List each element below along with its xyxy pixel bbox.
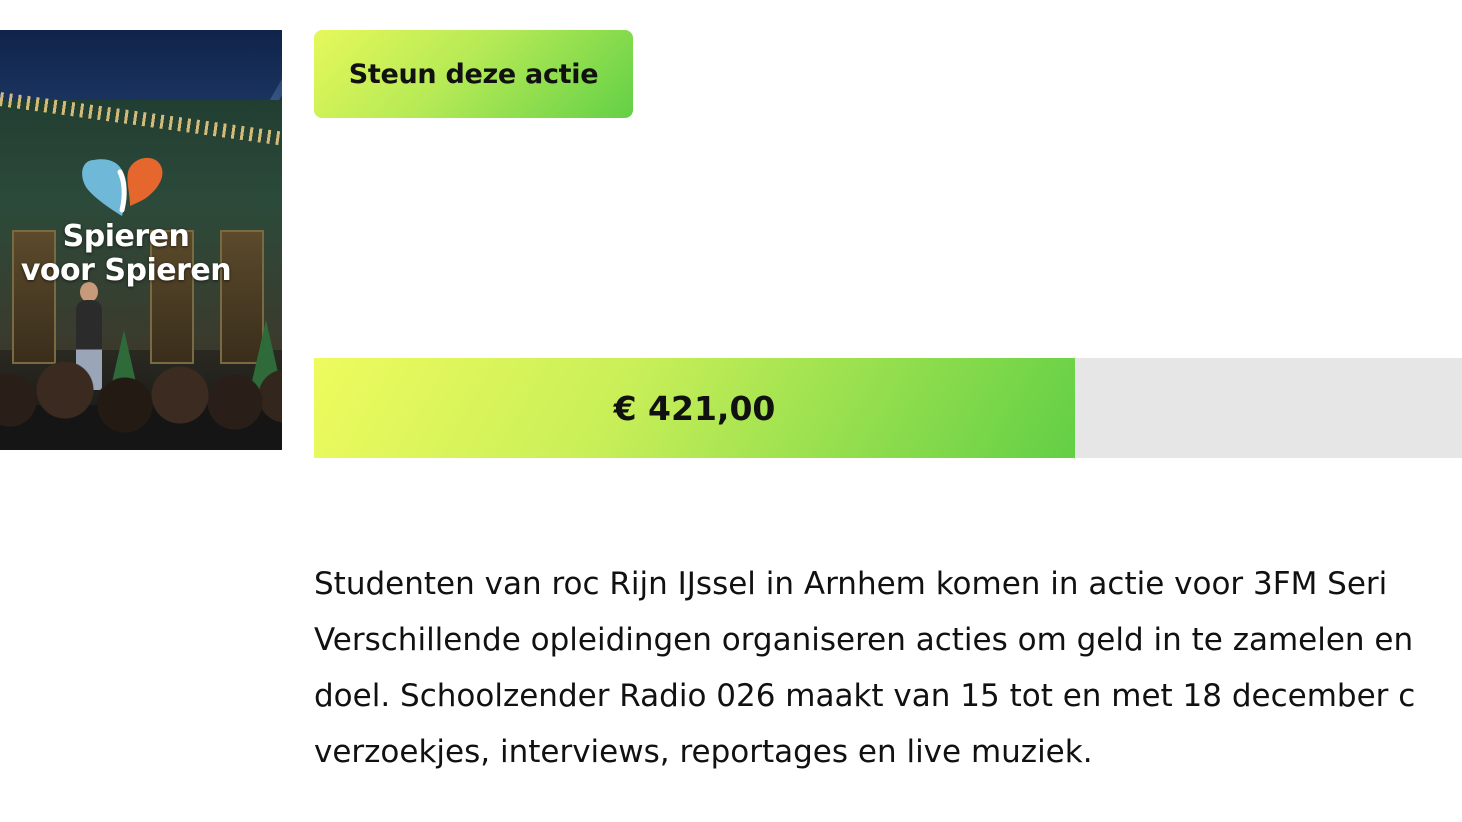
audience-crowd	[0, 360, 282, 450]
campaign-description: Studenten van roc Rijn IJssel in Arnhem …	[314, 556, 1462, 780]
campaign-page: Spieren voor Spieren Steun deze actie € …	[0, 0, 1462, 822]
description-line: Verschillende opleidingen organiseren ac…	[314, 622, 1414, 658]
logo-text-line2: voor Spieren	[20, 253, 232, 288]
donation-progress-bar: € 421,00	[314, 358, 1462, 458]
campaign-logo: Spieren voor Spieren	[0, 150, 252, 288]
support-campaign-button[interactable]: Steun deze actie	[314, 30, 633, 118]
donation-progress-fill: € 421,00	[314, 358, 1075, 458]
raised-amount: € 421,00	[613, 388, 776, 428]
heart-logo-icon	[82, 157, 163, 216]
description-line: doel. Schoolzender Radio 026 maakt van 1…	[314, 678, 1416, 714]
campaign-image: Spieren voor Spieren	[0, 30, 282, 450]
logo-text-line1: Spieren	[62, 219, 190, 254]
description-line: verzoekjes, interviews, reportages en li…	[314, 734, 1093, 770]
description-line: Studenten van roc Rijn IJssel in Arnhem …	[314, 566, 1388, 602]
